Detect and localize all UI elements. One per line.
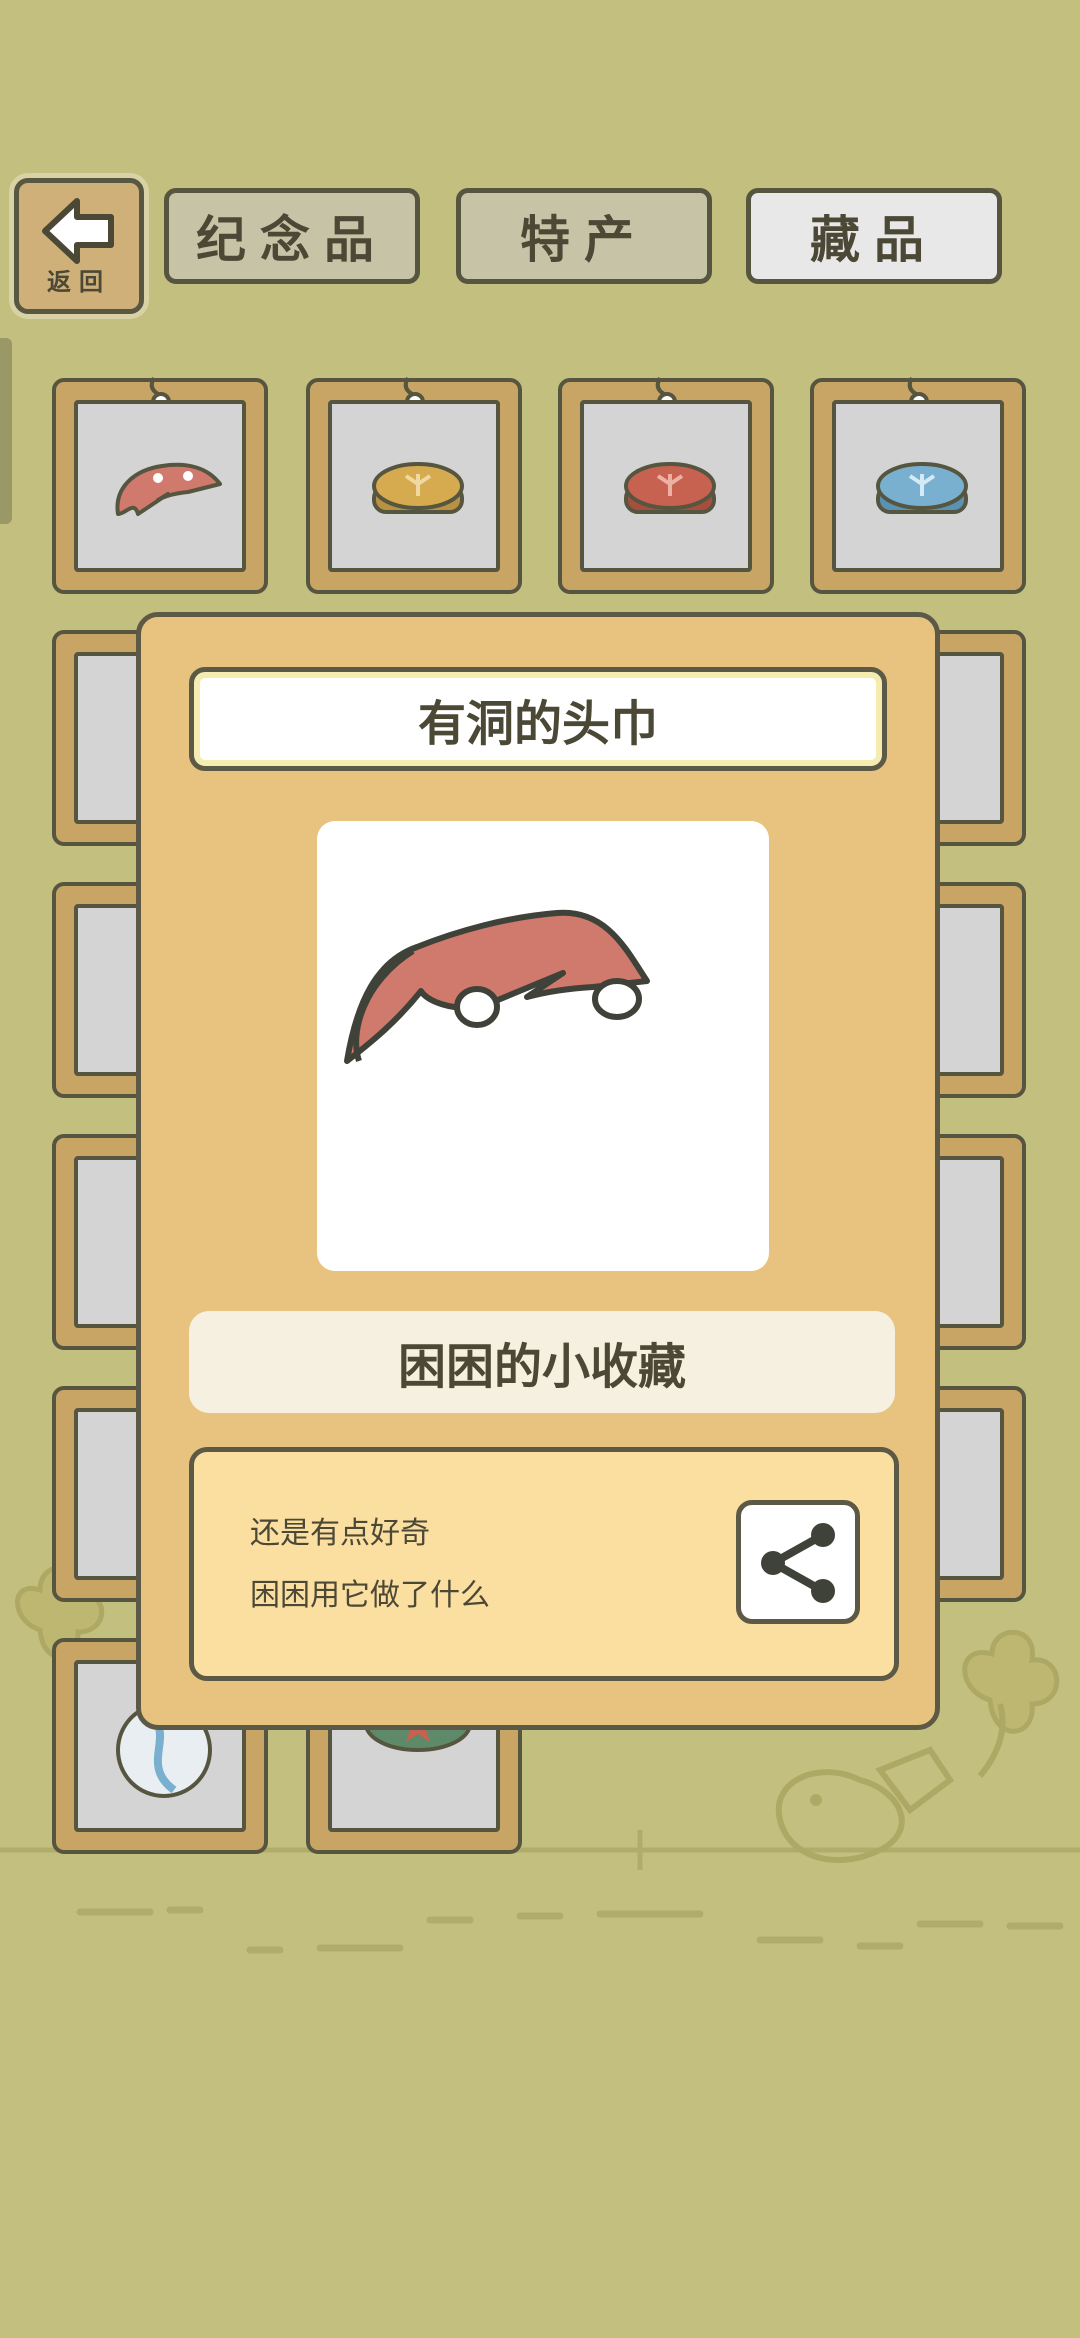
collection-item-hole-bandana[interactable]: [52, 376, 268, 594]
bandana-large-icon: [344, 909, 650, 1064]
side-edge-tab[interactable]: [0, 338, 12, 524]
item-name: 有洞的头巾: [189, 667, 887, 771]
back-arrow-icon: [42, 198, 114, 264]
blue-charm-icon: [876, 462, 968, 514]
item-image: [317, 821, 769, 1271]
back-button[interactable]: 返回: [14, 178, 144, 314]
tab-collectibles[interactable]: 藏品: [746, 188, 1002, 284]
collection-item-red-charm[interactable]: [558, 376, 774, 594]
red-charm-icon: [624, 462, 716, 514]
tab-souvenirs-label: 纪念品: [196, 211, 388, 269]
item-category: 困困的小收藏: [189, 1311, 895, 1413]
tab-collectibles-label: 藏品: [810, 211, 938, 269]
share-icon: [761, 1523, 835, 1603]
share-button[interactable]: [736, 1500, 860, 1624]
collection-item-yellow-charm[interactable]: [306, 376, 522, 594]
item-detail-modal: 有洞的头巾 困困的小收藏 还是有点好奇 困困用它做了什么: [136, 612, 940, 1730]
tab-specialties[interactable]: 特产: [456, 188, 712, 284]
description-line-1: 还是有点好奇: [250, 1516, 430, 1551]
yellow-charm-icon: [372, 462, 464, 514]
back-label: 返回: [47, 268, 111, 296]
frog-playing-violin-icon: [775, 1746, 955, 1863]
bandana-icon: [115, 462, 222, 516]
collection-item-blue-charm[interactable]: [810, 376, 1026, 594]
tab-specialties-label: 特产: [520, 211, 648, 269]
description-line-2: 困困用它做了什么: [250, 1578, 490, 1613]
tab-souvenirs[interactable]: 纪念品: [164, 188, 420, 284]
item-description-box: 还是有点好奇 困困用它做了什么: [189, 1447, 899, 1681]
